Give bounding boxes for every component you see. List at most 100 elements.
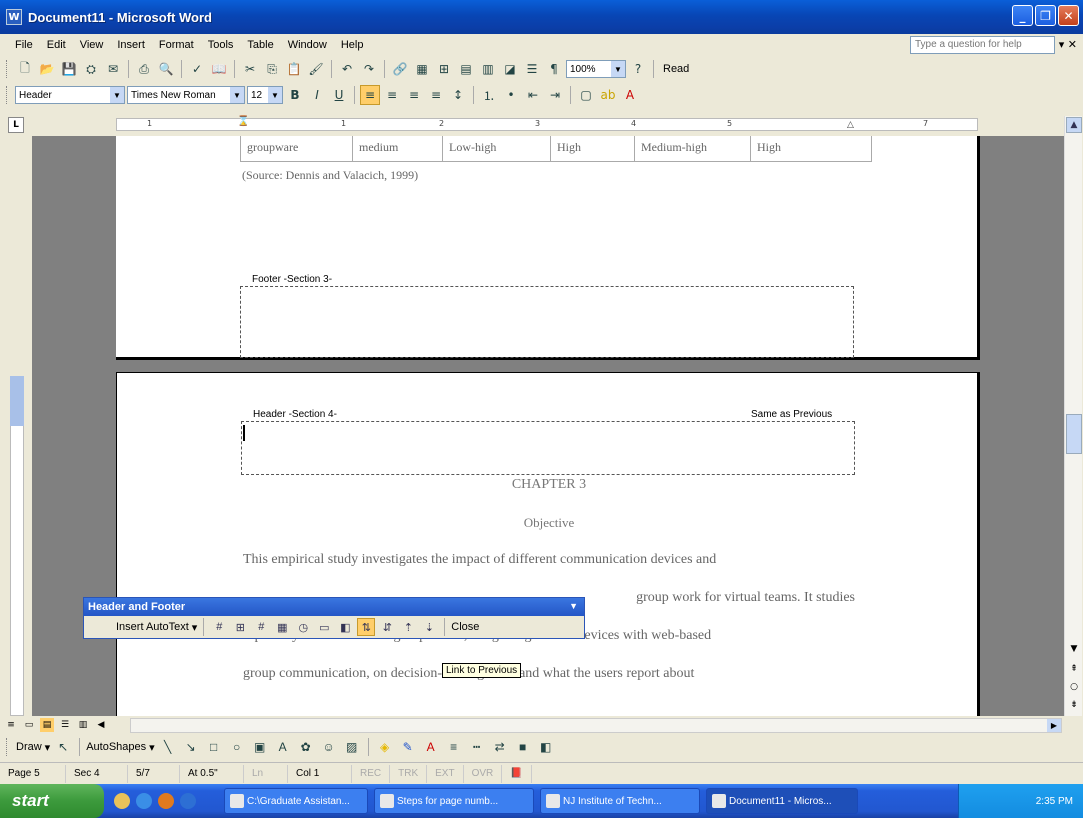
task-document11[interactable]: Document11 - Micros... [706,788,858,814]
new-icon[interactable]: 🗋 [15,59,35,79]
start-button[interactable]: start [0,784,104,818]
tables-borders-icon[interactable]: ▦ [412,59,432,79]
show-desktop-icon[interactable] [114,793,130,809]
status-ext[interactable]: EXT [427,764,464,783]
print-layout-icon[interactable]: ▤ [40,718,54,732]
drawing-icon[interactable]: ◪ [500,59,520,79]
switch-header-footer-icon[interactable]: ⇵ [378,618,396,636]
insert-date-icon[interactable]: ▦ [273,618,291,636]
menu-file[interactable]: File [8,39,40,51]
line-color-icon[interactable]: ✎ [398,737,418,757]
diagram-icon[interactable]: ✿ [296,737,316,757]
draw-menu[interactable]: Draw [16,741,42,753]
normal-view-icon[interactable]: ≡ [4,718,18,732]
wordart-icon[interactable]: A [273,737,293,757]
dash-style-icon[interactable]: ┅ [467,737,487,757]
page-5[interactable]: Header -Section 4- Same as Previous CHAP… [116,372,980,716]
menu-view[interactable]: View [73,39,111,51]
menu-tools[interactable]: Tools [201,39,241,51]
insert-autotext-button[interactable]: Insert AutoText [116,621,189,633]
web-layout-icon[interactable]: ▭ [22,718,36,732]
redo-icon[interactable]: ↷ [359,59,379,79]
menu-table[interactable]: Table [240,39,280,51]
ruler-strip[interactable]: 1 1 2 3 4 5 7 ⌛ △ [116,116,978,131]
picture-icon[interactable]: ▨ [342,737,362,757]
toolbar-grip[interactable] [6,60,9,78]
save-icon[interactable]: 💾 [59,59,79,79]
toolbar-options-icon[interactable]: ▼ [569,601,578,611]
copy-icon[interactable]: ⎘ [262,59,282,79]
format-painter-icon[interactable]: 🖌 [306,59,326,79]
highlight-icon[interactable]: ab [598,85,618,105]
line-icon[interactable]: ╲ [158,737,178,757]
print-icon[interactable]: ⎙ [134,59,154,79]
insert-time-icon[interactable]: ◷ [294,618,312,636]
scroll-thumb[interactable] [1066,414,1082,454]
restore-button[interactable]: ❐ [1035,5,1056,26]
menu-format[interactable]: Format [152,39,201,51]
font-select[interactable]: Times New Roman ▼ [127,86,245,104]
spelling-status-icon[interactable]: 📕 [502,764,532,783]
help-search-input[interactable]: Type a question for help [910,36,1055,54]
zoom-select[interactable]: 100% ▼ [566,60,626,78]
font-color-draw-icon[interactable]: A [421,737,441,757]
line-spacing-icon[interactable]: ↕ [448,85,468,105]
shadow-icon[interactable]: ■ [513,737,533,757]
status-ovr[interactable]: OVR [464,764,503,783]
show-hide-text-icon[interactable]: ◧ [336,618,354,636]
align-left-icon[interactable]: ≡ [360,85,380,105]
borders-icon[interactable]: ▢ [576,85,596,105]
align-center-icon[interactable]: ≡ [382,85,402,105]
textbox-icon[interactable]: ▣ [250,737,270,757]
menu-edit[interactable]: Edit [40,39,73,51]
bullets-icon[interactable]: • [501,85,521,105]
bold-icon[interactable]: B [285,85,305,105]
paste-icon[interactable]: 📋 [284,59,304,79]
select-browse-object-icon[interactable]: ○ [1066,682,1082,692]
scroll-left-icon[interactable]: ◀ [94,718,108,732]
columns-icon[interactable]: ▥ [478,59,498,79]
status-rec[interactable]: REC [352,764,391,783]
task-explorer[interactable]: C:\Graduate Assistan... [224,788,368,814]
show-next-icon[interactable]: ⇣ [420,618,438,636]
page-4[interactable]: groupware medium Low-high High Medium-hi… [116,136,980,360]
justify-icon[interactable]: ≡ [426,85,446,105]
select-objects-icon[interactable]: ↖ [53,737,73,757]
vertical-ruler-strip[interactable] [10,376,24,716]
insert-table-icon[interactable]: ⊞ [434,59,454,79]
fill-color-icon[interactable]: ◈ [375,737,395,757]
arrow-style-icon[interactable]: ⇄ [490,737,510,757]
page-setup-icon[interactable]: ▭ [315,618,333,636]
task-steps[interactable]: Steps for page numb... [374,788,534,814]
outline-view-icon[interactable]: ☰ [58,718,72,732]
research-icon[interactable]: 📖 [209,59,229,79]
increase-indent-icon[interactable]: ⇥ [545,85,565,105]
toolbar-grip[interactable] [6,738,9,756]
show-hide-icon[interactable]: ¶ [544,59,564,79]
italic-icon[interactable]: I [307,85,327,105]
right-indent-marker-icon[interactable]: △ [847,120,854,130]
firefox-icon[interactable] [158,793,174,809]
footer-area[interactable] [240,286,854,358]
hyperlink-icon[interactable]: 🔗 [390,59,410,79]
insert-number-of-pages-icon[interactable]: ⊞ [231,618,249,636]
font-color-icon[interactable]: A [620,85,640,105]
menu-help[interactable]: Help [334,39,371,51]
read-button[interactable]: Read [659,63,693,75]
link-to-previous-icon[interactable]: ⇅ [357,618,376,636]
horizontal-scrollbar[interactable]: ▶ [130,718,1062,733]
minimize-button[interactable]: _ [1012,5,1033,26]
close-header-footer-button[interactable]: Close [451,621,479,633]
task-njit[interactable]: NJ Institute of Techn... [540,788,700,814]
align-right-icon[interactable]: ≡ [404,85,424,105]
autoshapes-menu[interactable]: AutoShapes [86,741,146,753]
permission-icon[interactable]: ⛭ [81,59,101,79]
clock[interactable]: 2:35 PM [1036,796,1073,807]
clipart-icon[interactable]: ☺ [319,737,339,757]
menu-insert[interactable]: Insert [110,39,152,51]
rectangle-icon[interactable]: □ [204,737,224,757]
toolbar-grip[interactable] [6,86,9,104]
print-preview-icon[interactable]: 🔍 [156,59,176,79]
scroll-down-icon[interactable]: ▼ [1066,644,1082,654]
font-size-select[interactable]: 12 ▼ [247,86,283,104]
